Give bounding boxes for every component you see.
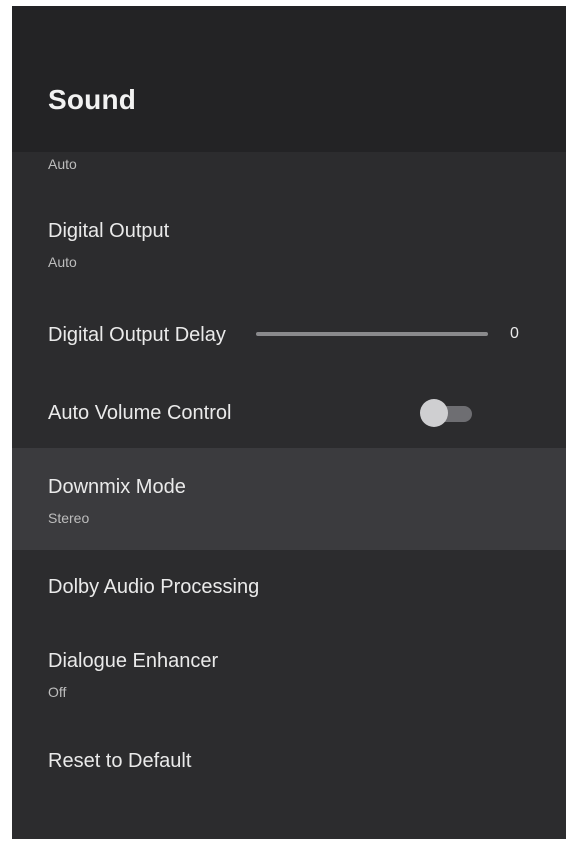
settings-item-downmix-mode[interactable]: Downmix Mode Stereo <box>12 448 566 550</box>
settings-item-auto-volume-control[interactable]: Auto Volume Control <box>12 372 566 448</box>
page-title: Sound <box>48 84 137 115</box>
auto-volume-control-toggle[interactable] <box>418 398 474 428</box>
settings-item-partial[interactable]: Auto <box>12 152 566 200</box>
partial-item-value: Auto <box>48 156 77 172</box>
digital-output-delay-value: 0 <box>510 325 519 342</box>
settings-item-reset-to-default[interactable]: Reset to Default <box>12 726 566 806</box>
dolby-audio-processing-label: Dolby Audio Processing <box>48 576 260 598</box>
dialogue-enhancer-value: Off <box>48 684 67 700</box>
auto-volume-control-label: Auto Volume Control <box>48 402 232 424</box>
digital-output-value: Auto <box>48 254 77 270</box>
downmix-mode-value: Stereo <box>48 510 90 526</box>
panel-header: Sound <box>12 6 566 152</box>
settings-item-dolby-audio-processing[interactable]: Dolby Audio Processing <box>12 550 566 626</box>
digital-output-delay-label: Digital Output Delay <box>48 324 226 346</box>
digital-output-delay-slider[interactable] <box>256 332 488 336</box>
toggle-knob <box>420 399 448 427</box>
settings-item-dialogue-enhancer[interactable]: Dialogue Enhancer Off <box>12 626 566 726</box>
digital-output-label: Digital Output <box>48 220 170 242</box>
dialogue-enhancer-label: Dialogue Enhancer <box>48 650 219 672</box>
downmix-mode-label: Downmix Mode <box>48 476 186 498</box>
reset-to-default-label: Reset to Default <box>48 750 192 772</box>
settings-item-digital-output[interactable]: Digital Output Auto <box>12 200 566 292</box>
sound-settings-panel: Sound Auto Digital Output Auto Digital O… <box>12 6 566 839</box>
